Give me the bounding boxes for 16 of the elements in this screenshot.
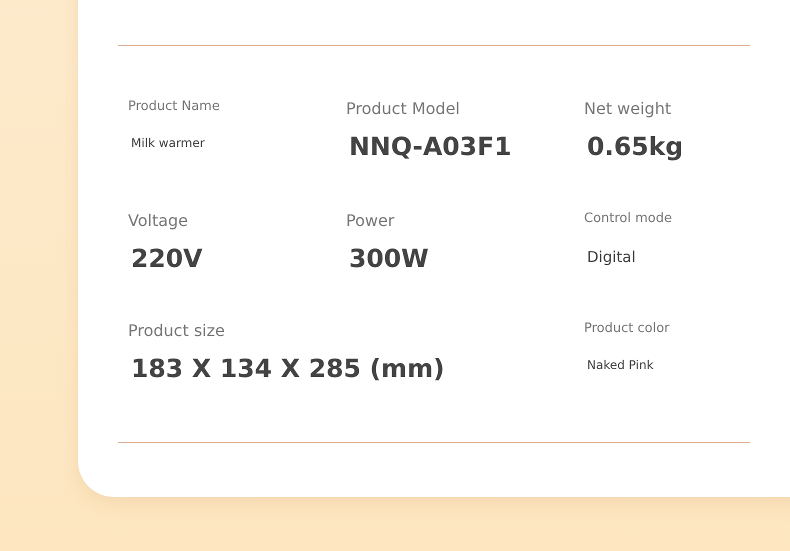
spec-value: 0.65kg: [586, 132, 684, 161]
spec-value: 300W: [348, 244, 429, 273]
spec-label: Net weight: [584, 99, 672, 118]
spec-label: Power: [346, 211, 394, 230]
spec-label: Product size: [128, 321, 225, 340]
spec-label: Control mode: [584, 211, 672, 226]
spec-value: NNQ-A03F1: [348, 132, 512, 161]
spec-label: Product Name: [128, 99, 220, 114]
spec-value: Digital: [586, 248, 636, 266]
spec-value: Milk warmer: [130, 136, 205, 150]
spec-value: 220V: [130, 244, 203, 273]
spec-label: Product Model: [346, 99, 460, 118]
spec-value: 183 X 134 X 285 (mm): [130, 354, 445, 383]
spec-label: Voltage: [128, 211, 188, 230]
spec-value: Naked Pink: [586, 358, 654, 372]
spec-label: Product color: [584, 321, 670, 336]
